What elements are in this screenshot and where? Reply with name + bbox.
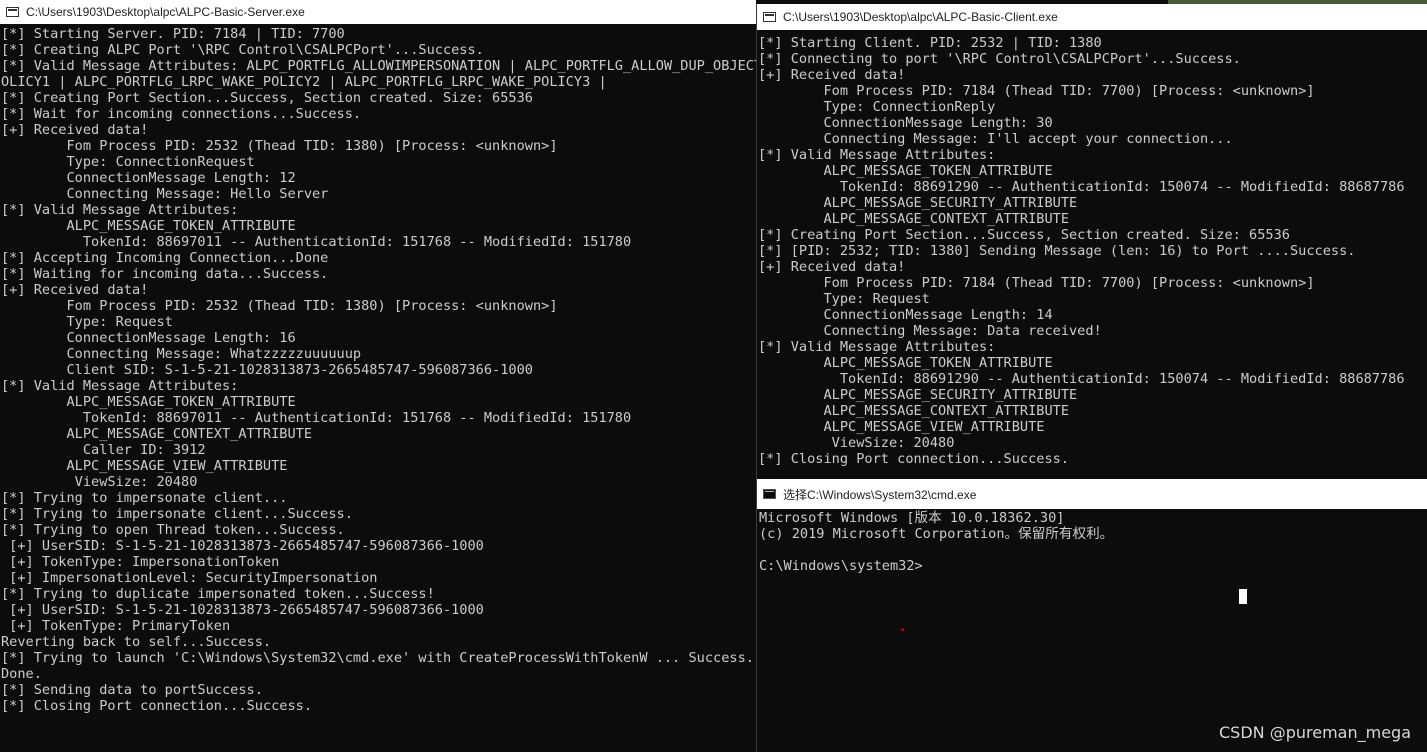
console-line: [*] Starting Server. PID: 7184 | TID: 77… <box>1 26 345 42</box>
console-line: ViewSize: 20480 <box>758 435 955 451</box>
console-app-icon <box>763 12 776 22</box>
console-line: ConnectionMessage Length: 30 <box>758 115 1053 131</box>
console-line: Connecting Message: Whatzzzzzuuuuuup <box>1 346 362 362</box>
console-line: ALPC_MESSAGE_TOKEN_ATTRIBUTE <box>1 394 296 410</box>
console-line: Caller ID: 3912 <box>1 442 206 458</box>
client-console-output: [*] Starting Client. PID: 2532 | TID: 13… <box>757 35 1427 480</box>
client-window-title: C:\Users\1903\Desktop\alpc\ALPC-Basic-Cl… <box>783 10 1058 24</box>
console-line: [*] Trying to launch 'C:\Windows\System3… <box>1 650 754 666</box>
console-line: [+] ImpersonationLevel: SecurityImperson… <box>1 570 378 586</box>
console-line: ALPC_MESSAGE_SECURITY_ATTRIBUTE <box>758 195 1078 211</box>
console-line: Fom Process PID: 7184 (Thead TID: 7700) … <box>758 83 1315 99</box>
console-line: ConnectionMessage Length: 16 <box>1 330 296 346</box>
console-line: [*] Valid Message Attributes: <box>1 202 239 218</box>
console-line: [+] Received data! <box>1 122 149 138</box>
console-line: ALPC_MESSAGE_VIEW_ATTRIBUTE <box>758 419 1045 435</box>
console-line: [*] Closing Port connection...Success. <box>1 698 312 714</box>
console-line: TokenId: 88691290 -- AuthenticationId: 1… <box>758 371 1405 387</box>
console-line: [*] Valid Message Attributes: <box>758 147 996 163</box>
console-line: Connecting Message: Data received! <box>758 323 1102 339</box>
console-line: OLICY1 | ALPC_PORTFLG_LRPC_WAKE_POLICY2 … <box>1 74 607 90</box>
console-line: ConnectionMessage Length: 14 <box>758 307 1053 323</box>
console-line: Client SID: S-1-5-21-1028313873-26654857… <box>1 362 533 378</box>
console-line: TokenId: 88697011 -- AuthenticationId: 1… <box>1 234 632 250</box>
console-line: ConnectionMessage Length: 12 <box>1 170 296 186</box>
console-line: ALPC_MESSAGE_CONTEXT_ATTRIBUTE <box>758 403 1069 419</box>
console-line: [*] Waiting for incoming data...Success. <box>1 266 329 282</box>
console-line: [+] TokenType: PrimaryToken <box>1 618 231 634</box>
console-line: Type: ConnectionReply <box>758 99 996 115</box>
server-titlebar[interactable]: C:\Users\1903\Desktop\alpc\ALPC-Basic-Se… <box>0 0 756 24</box>
console-line: [+] UserSID: S-1-5-21-1028313873-2665485… <box>1 538 484 554</box>
console-line: ALPC_MESSAGE_SECURITY_ATTRIBUTE <box>758 387 1078 403</box>
console-line: ViewSize: 20480 <box>1 474 198 490</box>
console-line: Fom Process PID: 2532 (Thead TID: 1380) … <box>1 138 558 154</box>
console-line: [*] Trying to impersonate client...Succe… <box>1 506 353 522</box>
console-line: ALPC_MESSAGE_TOKEN_ATTRIBUTE <box>758 355 1053 371</box>
console-line: [*] Valid Message Attributes: <box>1 378 239 394</box>
console-line: Connecting Message: I'll accept your con… <box>758 131 1233 147</box>
cmd-app-icon <box>763 489 776 499</box>
console-line: ALPC_MESSAGE_VIEW_ATTRIBUTE <box>1 458 288 474</box>
console-line: [*] Starting Client. PID: 2532 | TID: 13… <box>758 35 1102 51</box>
server-console-output: [*] Starting Server. PID: 7184 | TID: 77… <box>0 26 756 752</box>
console-line: ALPC_MESSAGE_TOKEN_ATTRIBUTE <box>1 218 296 234</box>
console-line: C:\Windows\system32> <box>759 558 923 574</box>
watermark: CSDN @pureman_mega <box>1219 723 1411 742</box>
console-line: [*] Valid Message Attributes: <box>758 339 996 355</box>
console-line: [*] Wait for incoming connections...Succ… <box>1 106 362 122</box>
client-titlebar[interactable]: C:\Users\1903\Desktop\alpc\ALPC-Basic-Cl… <box>757 4 1427 30</box>
cmd-titlebar[interactable]: 选择C:\Windows\System32\cmd.exe <box>757 479 1427 509</box>
console-line: [*] Trying to impersonate client... <box>1 490 288 506</box>
client-console-window[interactable]: C:\Users\1903\Desktop\alpc\ALPC-Basic-Cl… <box>756 4 1427 480</box>
console-line: Type: Request <box>758 291 930 307</box>
console-line: Fom Process PID: 7184 (Thead TID: 7700) … <box>758 275 1315 291</box>
console-line: TokenId: 88691290 -- AuthenticationId: 1… <box>758 179 1405 195</box>
console-line: ALPC_MESSAGE_CONTEXT_ATTRIBUTE <box>758 211 1069 227</box>
server-console-window[interactable]: C:\Users\1903\Desktop\alpc\ALPC-Basic-Se… <box>0 0 756 752</box>
console-line: [+] UserSID: S-1-5-21-1028313873-2665485… <box>1 602 484 618</box>
console-line: [+] Received data! <box>758 259 906 275</box>
console-line: Type: ConnectionRequest <box>1 154 255 170</box>
console-app-icon <box>6 7 19 17</box>
console-line: [*] [PID: 2532; TID: 1380] Sending Messa… <box>758 243 1356 259</box>
console-line: [+] Received data! <box>758 67 906 83</box>
console-line: Microsoft Windows [版本 10.0.18362.30] <box>759 510 1065 526</box>
text-cursor <box>1239 589 1247 604</box>
console-line: Connecting Message: Hello Server <box>1 186 329 202</box>
console-line: Reverting back to self...Success. <box>1 634 272 650</box>
red-dot <box>901 628 904 631</box>
console-line: [+] Received data! <box>1 282 149 298</box>
cmd-console-output[interactable]: Microsoft Windows [版本 10.0.18362.30] (c) … <box>757 510 1427 752</box>
console-line: [+] TokenType: ImpersonationToken <box>1 554 280 570</box>
server-window-title: C:\Users\1903\Desktop\alpc\ALPC-Basic-Se… <box>26 5 305 19</box>
console-line: [*] Valid Message Attributes: ALPC_PORTF… <box>1 58 756 74</box>
console-line: [*] Creating ALPC Port '\RPC Control\CSA… <box>1 42 484 58</box>
console-line: [*] Sending data to portSuccess. <box>1 682 263 698</box>
console-line: Done. <box>1 666 42 682</box>
console-line: TokenId: 88697011 -- AuthenticationId: 1… <box>1 410 632 426</box>
console-line: Fom Process PID: 2532 (Thead TID: 1380) … <box>1 298 558 314</box>
console-line: Type: Request <box>1 314 173 330</box>
console-line: [*] Trying to duplicate impersonated tok… <box>1 586 435 602</box>
console-line: ALPC_MESSAGE_CONTEXT_ATTRIBUTE <box>1 426 312 442</box>
console-line: [*] Closing Port connection...Success. <box>758 451 1069 467</box>
console-line: ALPC_MESSAGE_TOKEN_ATTRIBUTE <box>758 163 1053 179</box>
cmd-console-window[interactable]: 选择C:\Windows\System32\cmd.exe Microsoft … <box>756 479 1427 752</box>
console-line: [*] Creating Port Section...Success, Sec… <box>1 90 533 106</box>
console-line: [*] Connecting to port '\RPC Control\CSA… <box>758 51 1241 67</box>
console-line: [*] Trying to open Thread token...Succes… <box>1 522 345 538</box>
console-line: [*] Creating Port Section...Success, Sec… <box>758 227 1290 243</box>
console-line: (c) 2019 Microsoft Corporation。保留所有权利。 <box>759 526 1114 542</box>
console-line: [*] Accepting Incoming Connection...Done <box>1 250 329 266</box>
cmd-window-title: 选择C:\Windows\System32\cmd.exe <box>783 487 977 502</box>
